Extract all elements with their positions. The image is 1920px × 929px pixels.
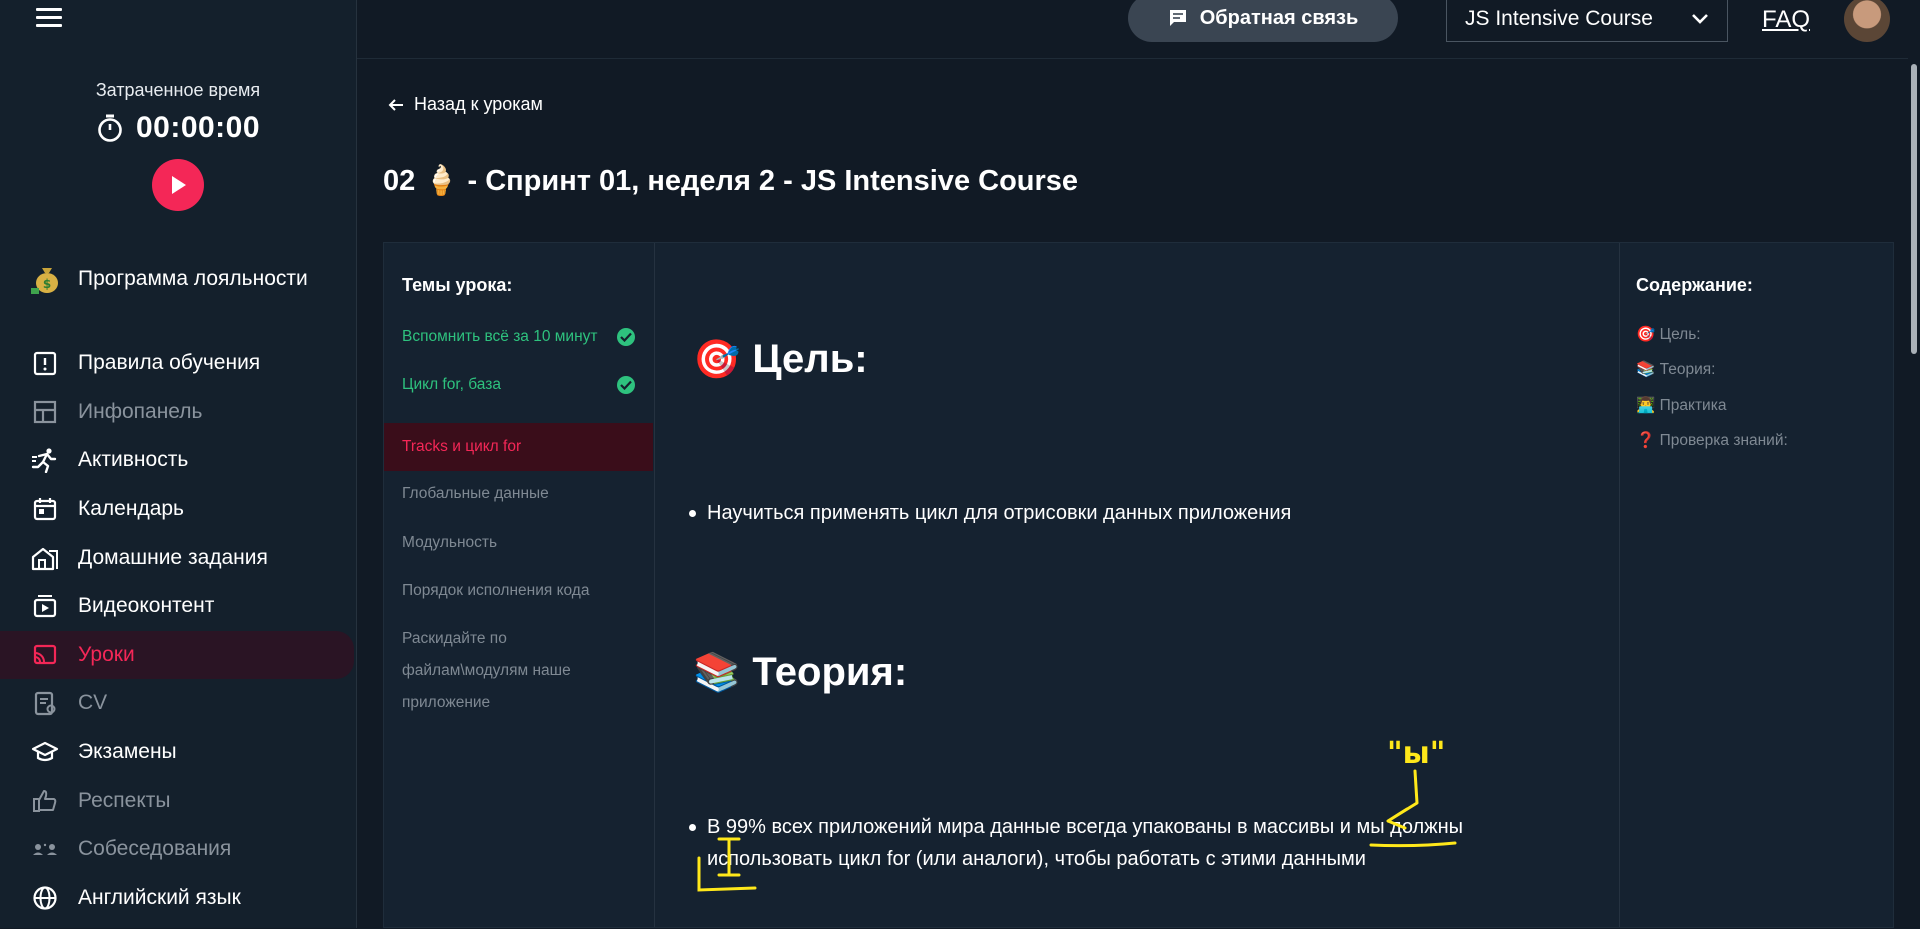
table-of-contents: Содержание: 🎯 Цель: 📚 Теория: 👨‍💻 Практи… (1619, 243, 1895, 927)
goal-heading-text: Цель: (752, 337, 868, 381)
sidebar-item-video[interactable]: Видеоконтент (0, 582, 356, 631)
topic-item-current[interactable]: Tracks и цикл for (384, 423, 653, 471)
toc-item-theory[interactable]: 📚 Теория: (1636, 360, 1715, 379)
calendar-icon (30, 494, 60, 524)
topic-item[interactable]: Цикл for, база (384, 369, 653, 401)
sidebar-item-label: Английский язык (78, 885, 241, 909)
chevron-down-icon (1692, 14, 1708, 24)
sidebar-item-label: Инфопанель (78, 399, 203, 423)
loyalty-program-link[interactable]: $ Программа лояльности (30, 262, 308, 296)
course-select-value: JS Intensive Course (1465, 7, 1653, 30)
sidebar-item-lessons[interactable]: Уроки (0, 630, 354, 680)
sidebar-item-label: CV (78, 691, 108, 715)
timer-label: Затраченное время (95, 80, 261, 100)
topic-item[interactable]: Вспомнить всё за 10 минут (384, 321, 653, 353)
scrollbar-thumb[interactable] (1911, 64, 1917, 354)
sidebar-item-label: Домашние задания (78, 545, 268, 569)
topic-item[interactable]: Раскидайте по файлам\модулям наше прилож… (384, 623, 594, 719)
sidebar: Затраченное время 00:00:00 $ Программа л… (0, 0, 357, 928)
sidebar-item-label: Календарь (78, 497, 184, 521)
theory-heading: 📚 Теория: (693, 650, 907, 695)
topics-title: Темы урока: (402, 275, 513, 295)
sidebar-item-cv[interactable]: CV (0, 679, 356, 728)
sidebar-item-label: Видеоконтент (78, 594, 215, 618)
stopwatch-icon (98, 114, 122, 142)
sidebar-item-homework[interactable]: Домашние задания (0, 533, 356, 582)
globe-icon (30, 883, 60, 913)
target-icon: 🎯 (693, 338, 741, 381)
sidebar-item-label: Активность (78, 448, 189, 472)
feedback-button[interactable]: Обратная связь (1128, 0, 1398, 42)
homework-icon (30, 543, 60, 573)
money-bag-icon: $ (31, 268, 58, 294)
toc-title: Содержание: (1636, 275, 1753, 295)
timer-block: Затраченное время 00:00:00 (0, 80, 356, 211)
toc-item-practice[interactable]: 👨‍💻 Практика (1636, 396, 1726, 415)
play-button[interactable] (152, 159, 204, 211)
svg-text:$: $ (43, 277, 51, 291)
topic-item[interactable]: Модульность (384, 527, 653, 559)
topic-label: Модульность (402, 534, 498, 551)
timer-row: 00:00:00 (0, 111, 356, 145)
annotation-text: "ы" (1387, 736, 1445, 771)
goal-bullet: Научиться применять цикл для отрисовки д… (689, 497, 1577, 529)
topic-item[interactable]: Порядок исполнения кода (384, 575, 653, 607)
goal-heading: 🎯 Цель: (693, 337, 868, 382)
sidebar-item-dashboard[interactable]: Инфопанель (0, 388, 356, 437)
sidebar-item-label: Правила обучения (78, 351, 261, 375)
sidebar-item-rules[interactable]: Правила обучения (0, 339, 356, 388)
sidebar-item-label: Собеседования (78, 837, 232, 861)
toc-item-quiz[interactable]: ❓ Проверка знаний: (1636, 431, 1788, 450)
check-circle-icon (617, 376, 635, 394)
back-to-lessons-link[interactable]: Назад к урокам (388, 94, 543, 115)
topic-item[interactable]: Глобальные данные (384, 478, 653, 510)
theory-bullet: В 99% всех приложений мира данные всегда… (689, 811, 1577, 875)
cast-icon (30, 640, 60, 670)
topic-label: Вспомнить всё за 10 минут (402, 328, 598, 345)
sidebar-item-label: Респекты (78, 788, 171, 812)
sidebar-item-exams[interactable]: Экзамены (0, 728, 356, 777)
topic-label: Глобальные данные (402, 485, 549, 502)
menu-icon[interactable] (36, 8, 62, 32)
video-icon (30, 591, 60, 621)
play-icon (172, 176, 186, 194)
sidebar-nav: Правила обучения Инфопанель Активность К… (0, 339, 356, 922)
arrow-left-icon (388, 98, 403, 111)
sidebar-item-respects[interactable]: Респекты (0, 776, 356, 825)
rules-icon (30, 348, 60, 378)
sidebar-item-activity[interactable]: Активность (0, 436, 356, 485)
sidebar-item-label: Уроки (78, 642, 135, 666)
lesson-content: 🎯 Цель: Научиться применять цикл для отр… (655, 243, 1619, 927)
check-circle-icon (617, 328, 635, 346)
lesson-panel: Темы урока: Вспомнить всё за 10 минут Ци… (383, 242, 1894, 928)
back-label: Назад к урокам (414, 94, 543, 114)
graduation-cap-icon (30, 737, 60, 767)
cv-icon (30, 688, 60, 718)
topic-label: Цикл for, база (402, 376, 501, 393)
topic-label: Tracks и цикл for (402, 438, 522, 455)
page-title: 02 🍦 - Спринт 01, неделя 2 - JS Intensiv… (383, 165, 1079, 197)
thumbs-up-icon (30, 786, 60, 816)
theory-heading-text: Теория: (752, 650, 908, 694)
topics-panel: Темы урока: Вспомнить всё за 10 минут Ци… (384, 243, 655, 927)
feedback-label: Обратная связь (1199, 6, 1359, 29)
loyalty-label: Программа лояльности (78, 267, 308, 290)
interview-icon (30, 834, 60, 864)
toc-item-goal[interactable]: 🎯 Цель: (1636, 325, 1701, 344)
timer-value: 00:00:00 (135, 111, 261, 144)
topic-label: Порядок исполнения кода (402, 582, 590, 599)
sidebar-item-interviews[interactable]: Собеседования (0, 825, 356, 874)
sidebar-item-calendar[interactable]: Календарь (0, 485, 356, 534)
running-icon (30, 445, 60, 475)
message-icon (1169, 10, 1186, 26)
sidebar-item-label: Экзамены (78, 740, 177, 764)
topic-label: Раскидайте по файлам\модулям наше прилож… (402, 630, 571, 711)
course-select[interactable]: JS Intensive Course (1446, 0, 1728, 42)
dashboard-icon (30, 397, 60, 427)
books-icon: 📚 (693, 651, 741, 694)
sidebar-item-english[interactable]: Английский язык (0, 874, 356, 923)
faq-link[interactable]: FAQ (1762, 6, 1810, 34)
